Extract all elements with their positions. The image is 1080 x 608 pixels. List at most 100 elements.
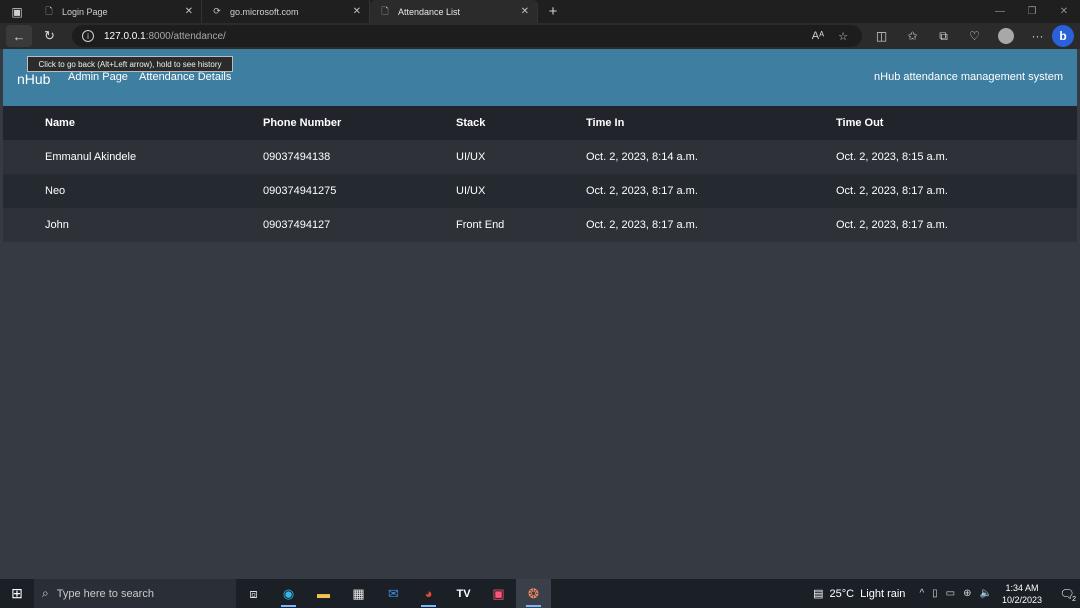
back-button[interactable]: ← [6, 25, 32, 47]
header-time-in: Time In [586, 106, 836, 140]
refresh-button[interactable]: ↻ [34, 23, 65, 49]
browser-essentials-icon[interactable]: ♡ [959, 29, 990, 43]
url-host: 127.0.0.1 [104, 30, 146, 42]
search-icon: ⌕ [42, 586, 49, 600]
web-page: nHub Admin Page Attendance Details nHub … [0, 49, 1080, 579]
cell-name: John [3, 208, 263, 242]
tab-attendance-list[interactable]: 🗋 Attendance List ✕ [370, 0, 538, 23]
notification-count: 2 [1072, 596, 1076, 603]
split-screen-icon[interactable]: ◫ [866, 29, 897, 43]
chevron-up-icon[interactable]: ^ [919, 588, 924, 599]
device-icon[interactable]: ▯ [932, 588, 938, 599]
page-icon: 🗋 [381, 5, 389, 16]
tray-icons: ^ ▯ ▭ ⊕ 🔈 [919, 588, 992, 599]
header-stack: Stack [456, 106, 586, 140]
cell-time-out: Oct. 2, 2023, 8:17 a.m. [836, 208, 1077, 242]
favorite-star-icon[interactable]: ☆ [838, 30, 848, 43]
tab-login-page[interactable]: 🗋 Login Page ✕ [34, 0, 202, 23]
windows-logo-icon: ⊞ [11, 585, 23, 601]
new-tab-button[interactable]: + [538, 0, 568, 23]
clock-time: 1:34 AM [1005, 582, 1039, 593]
close-window-icon[interactable]: ✕ [1048, 0, 1080, 23]
postman-icon[interactable]: ❂ [516, 579, 551, 608]
table-row: Emmanul Akindele 09037494138 UI/UX Oct. … [3, 140, 1077, 174]
cell-phone: 09037494127 [263, 208, 456, 242]
back-button-tooltip: Click to go back (Alt+Left arrow), hold … [27, 56, 233, 72]
browser-tab-strip: ▣ 🗋 Login Page ✕ ⟳ go.microsoft.com ✕ 🗋 … [0, 0, 1080, 23]
address-bar[interactable]: i 127.0.0.1:8000/attendance/ Aᴬ ☆ [72, 25, 862, 47]
cell-stack: Front End [456, 208, 586, 242]
bing-copilot-icon[interactable]: b [1052, 25, 1074, 47]
chrome-icon[interactable]: ◕ [411, 579, 446, 608]
edge-browser-icon[interactable]: ◉ [271, 579, 306, 608]
cell-name: Emmanul Akindele [3, 140, 263, 174]
site-brand[interactable]: nHub [17, 71, 50, 87]
cell-name: Neo [3, 174, 263, 208]
cell-time-out: Oct. 2, 2023, 8:15 a.m. [836, 140, 1077, 174]
network-globe-icon[interactable]: ⊕ [963, 588, 971, 599]
search-placeholder: Type here to search [56, 587, 154, 600]
info-icon[interactable]: i [82, 30, 94, 42]
taskbar-search[interactable]: ⌕ Type here to search [34, 579, 236, 608]
window-controls: — ❐ ✕ [984, 0, 1080, 23]
cell-phone: 090374941275 [263, 174, 456, 208]
weather-temp: 25°C [829, 587, 855, 600]
tab-go-microsoft[interactable]: ⟳ go.microsoft.com ✕ [202, 0, 370, 23]
header-time-out: Time Out [836, 106, 1077, 140]
page-icon: 🗋 [45, 5, 53, 16]
cell-time-in: Oct. 2, 2023, 8:14 a.m. [586, 140, 836, 174]
windows-taskbar: ⊞ ⌕ Type here to search ⧈ ◉ ▬ ▦ ✉ ◕ TV ▣… [0, 579, 1080, 608]
close-icon[interactable]: ✕ [521, 6, 529, 17]
more-options-icon[interactable]: ··· [1022, 29, 1053, 43]
terminal-icon[interactable]: ▣ [481, 579, 516, 608]
microsoft-store-icon[interactable]: ▦ [341, 579, 376, 608]
battery-icon[interactable]: ▭ [946, 588, 955, 599]
clock-date: 10/2/2023 [1001, 594, 1042, 605]
minimize-icon[interactable]: — [984, 0, 1016, 23]
cell-time-in: Oct. 2, 2023, 8:17 a.m. [586, 208, 836, 242]
profile-avatar[interactable] [998, 28, 1014, 44]
tab-actions-icon[interactable]: ▣ [0, 0, 34, 23]
header-phone: Phone Number [263, 106, 456, 140]
table-row: John 09037494127 Front End Oct. 2, 2023,… [3, 208, 1077, 242]
cell-phone: 09037494138 [263, 140, 456, 174]
redirect-page-icon: ⟳ [213, 6, 221, 16]
restore-icon[interactable]: ❐ [1016, 0, 1048, 23]
mail-icon[interactable]: ✉ [376, 579, 411, 608]
file-explorer-icon[interactable]: ▬ [306, 579, 341, 608]
cell-stack: UI/UX [456, 140, 586, 174]
header-name: Name [3, 106, 263, 140]
task-view-icon[interactable]: ⧈ [236, 579, 271, 608]
tab-label: go.microsoft.com [230, 6, 299, 17]
start-button[interactable]: ⊞ [0, 579, 34, 608]
weather-widget[interactable]: ▤ 25°C Light rain [813, 587, 906, 601]
taskbar-apps: ⧈ ◉ ▬ ▦ ✉ ◕ TV ▣ ❂ [236, 579, 551, 608]
tab-label: Attendance List [398, 6, 461, 17]
weather-text: Light rain [860, 587, 906, 600]
cell-time-in: Oct. 2, 2023, 8:17 a.m. [586, 174, 836, 208]
system-tray: ▤ 25°C Light rain ^ ▯ ▭ ⊕ 🔈 1:34 AM 10/2… [813, 579, 1080, 608]
read-aloud-icon[interactable]: Aᴬ [812, 30, 824, 42]
clock[interactable]: 1:34 AM 10/2/2023 [1002, 582, 1042, 606]
close-icon[interactable]: ✕ [185, 6, 193, 17]
nav-link-admin[interactable]: Admin Page [68, 71, 128, 83]
address-toolbar: ← ↻ i 127.0.0.1:8000/attendance/ Aᴬ ☆ ◫ … [0, 23, 1080, 49]
collections-icon[interactable]: ⧉ [928, 29, 959, 44]
news-icon: ▤ [813, 588, 824, 600]
attendance-table: Name Phone Number Stack Time In Time Out… [3, 106, 1077, 242]
url-path: :8000/attendance/ [145, 30, 226, 42]
favorites-icon[interactable]: ✩ [897, 29, 928, 43]
close-icon[interactable]: ✕ [353, 6, 361, 17]
tradingview-icon[interactable]: TV [446, 579, 481, 608]
table-row: Neo 090374941275 UI/UX Oct. 2, 2023, 8:1… [3, 174, 1077, 208]
tab-label: Login Page [62, 6, 108, 17]
nav-link-attendance[interactable]: Attendance Details [139, 71, 231, 83]
table-header-row: Name Phone Number Stack Time In Time Out [3, 106, 1077, 140]
refresh-icon: ↻ [44, 28, 55, 43]
cell-stack: UI/UX [456, 174, 586, 208]
cell-time-out: Oct. 2, 2023, 8:17 a.m. [836, 174, 1077, 208]
arrow-left-icon: ← [12, 28, 26, 44]
notification-button[interactable]: 🗨 2 [1056, 579, 1078, 608]
volume-icon[interactable]: 🔈 [980, 588, 992, 599]
browser-toolbar-icons: ◫ ✩ ⧉ ♡ ··· [866, 23, 1053, 49]
